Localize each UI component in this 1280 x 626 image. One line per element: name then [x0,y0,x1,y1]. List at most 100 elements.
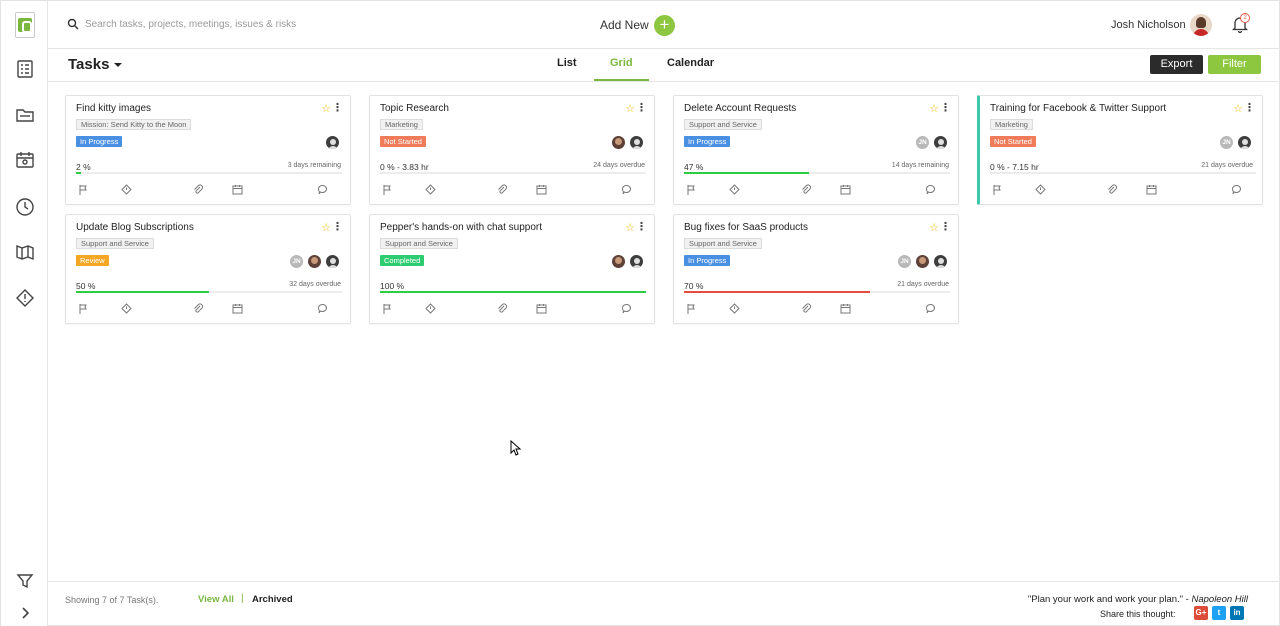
user-avatar[interactable] [1190,14,1212,36]
priority-diamond-icon[interactable] [1035,184,1046,195]
project-tag[interactable]: Marketing [380,119,423,130]
clock-icon[interactable] [15,197,35,217]
attachment-icon[interactable] [496,303,507,314]
task-card[interactable]: Update Blog Subscriptions ☆ ⋮ Support an… [65,214,351,324]
assignee-avatar[interactable]: JN [1219,135,1234,150]
twitter-share-button[interactable]: t [1212,606,1226,620]
more-menu-icon[interactable]: ⋮ [636,101,647,114]
calendar-icon[interactable] [232,184,243,195]
project-tag[interactable]: Marketing [990,119,1033,130]
task-title[interactable]: Update Blog Subscriptions [76,222,194,233]
view-all-link[interactable]: View All [198,594,234,605]
star-icon[interactable]: ☆ [321,221,331,234]
status-badge[interactable]: In Progress [684,255,731,266]
priority-diamond-icon[interactable] [425,184,436,195]
comment-icon[interactable] [1231,184,1242,195]
status-badge[interactable]: In Progress [684,136,731,147]
project-tag[interactable]: Support and Service [380,238,458,249]
star-icon[interactable]: ☆ [929,221,939,234]
assignee-avatar[interactable] [629,254,644,269]
calendar-icon[interactable] [840,303,851,314]
flag-icon[interactable] [78,184,89,195]
assignee-avatar[interactable]: JN [289,254,304,269]
issue-diamond-icon[interactable] [15,288,35,308]
assignee-avatar[interactable]: JN [897,254,912,269]
add-new-button[interactable]: + [654,15,675,36]
app-logo[interactable] [15,12,35,38]
meeting-calendar-icon[interactable] [15,150,35,170]
map-book-icon[interactable] [15,242,35,262]
flag-icon[interactable] [992,184,1003,195]
star-icon[interactable]: ☆ [625,102,635,115]
assignee-avatar[interactable] [611,135,626,150]
status-badge[interactable]: In Progress [76,136,123,147]
star-icon[interactable]: ☆ [929,102,939,115]
filter-funnel-icon[interactable] [15,571,35,591]
priority-diamond-icon[interactable] [425,303,436,314]
user-name[interactable]: Josh Nicholson [1111,19,1186,31]
more-menu-icon[interactable]: ⋮ [332,220,343,233]
attachment-icon[interactable] [496,184,507,195]
assignee-avatar[interactable] [611,254,626,269]
task-title[interactable]: Topic Research [380,103,449,114]
status-badge[interactable]: Completed [380,255,425,266]
filter-button[interactable]: Filter [1208,55,1261,74]
archived-link[interactable]: Archived [252,594,293,605]
more-menu-icon[interactable]: ⋮ [332,101,343,114]
more-menu-icon[interactable]: ⋮ [940,220,951,233]
task-card[interactable]: Delete Account Requests ☆ ⋮ Support and … [673,95,959,205]
calendar-icon[interactable] [232,303,243,314]
export-button[interactable]: Export [1150,55,1203,74]
star-icon[interactable]: ☆ [625,221,635,234]
more-menu-icon[interactable]: ⋮ [940,101,951,114]
flag-icon[interactable] [686,303,697,314]
page-title[interactable]: Tasks [68,56,109,73]
flag-icon[interactable] [382,303,393,314]
assignee-avatar[interactable] [933,254,948,269]
task-card[interactable]: Bug fixes for SaaS products ☆ ⋮ Support … [673,214,959,324]
star-icon[interactable]: ☆ [321,102,331,115]
flag-icon[interactable] [382,184,393,195]
assignee-avatar[interactable] [325,254,340,269]
assignee-avatar[interactable] [629,135,644,150]
assignee-avatar[interactable]: JN [915,135,930,150]
assignee-avatar[interactable] [915,254,930,269]
comment-icon[interactable] [317,184,328,195]
task-title[interactable]: Bug fixes for SaaS products [684,222,808,233]
chevron-right-icon[interactable] [15,603,35,623]
calendar-icon[interactable] [536,184,547,195]
task-title[interactable]: Find kitty images [76,103,151,114]
attachment-icon[interactable] [800,184,811,195]
tab-grid[interactable]: Grid [610,57,633,69]
task-title[interactable]: Delete Account Requests [684,103,796,114]
priority-diamond-icon[interactable] [729,303,740,314]
calendar-icon[interactable] [840,184,851,195]
calendar-icon[interactable] [1146,184,1157,195]
task-card[interactable]: Find kitty images ☆ ⋮ Mission: Send Kitt… [65,95,351,205]
task-card[interactable]: Topic Research ☆ ⋮ Marketing Not Started… [369,95,655,205]
tab-calendar[interactable]: Calendar [667,57,714,69]
status-badge[interactable]: Not Started [990,136,1036,147]
linkedin-share-button[interactable]: in [1230,606,1244,620]
star-icon[interactable]: ☆ [1233,102,1243,115]
task-card[interactable]: Training for Facebook & Twitter Support … [977,95,1263,205]
comment-icon[interactable] [925,184,936,195]
checklist-icon[interactable] [15,59,35,79]
comment-icon[interactable] [621,303,632,314]
more-menu-icon[interactable]: ⋮ [636,220,647,233]
flag-icon[interactable] [78,303,89,314]
status-badge[interactable]: Review [76,255,109,266]
priority-diamond-icon[interactable] [121,303,132,314]
status-badge[interactable]: Not Started [380,136,426,147]
folder-icon[interactable] [15,105,35,125]
project-tag[interactable]: Support and Service [76,238,154,249]
attachment-icon[interactable] [192,184,203,195]
task-card[interactable]: Pepper's hands-on with chat support ☆ ⋮ … [369,214,655,324]
attachment-icon[interactable] [192,303,203,314]
comment-icon[interactable] [621,184,632,195]
priority-diamond-icon[interactable] [121,184,132,195]
calendar-icon[interactable] [536,303,547,314]
task-title[interactable]: Pepper's hands-on with chat support [380,222,542,233]
flag-icon[interactable] [686,184,697,195]
caret-down-icon[interactable] [114,63,122,67]
